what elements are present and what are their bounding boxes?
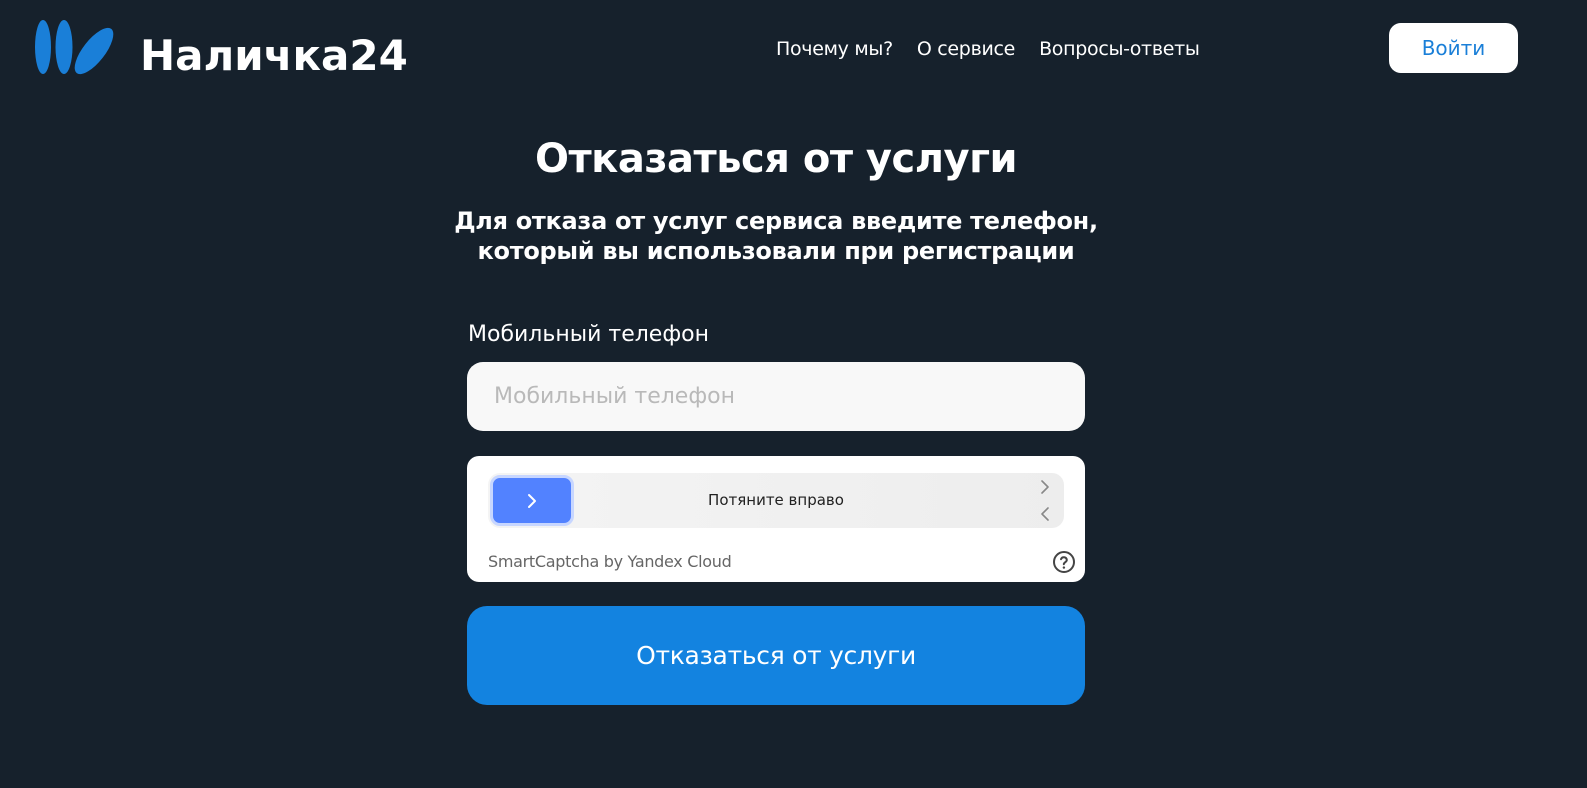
chevron-left-icon [1041, 507, 1049, 521]
nav-faq[interactable]: Вопросы-ответы [1039, 34, 1200, 64]
phone-label: Мобильный телефон [468, 322, 709, 347]
chevron-right-icon [1041, 480, 1049, 494]
page-subtitle: Для отказа от услуг сервиса введите теле… [454, 207, 1098, 265]
site-header: Наличка24 Почему мы? О сервисе Вопросы-о… [0, 0, 1587, 100]
nav-about-service[interactable]: О сервисе [917, 34, 1015, 64]
chevron-right-icon [528, 493, 536, 508]
question-circle-icon[interactable] [1052, 550, 1076, 574]
brand-name[interactable]: Наличка24 [140, 30, 408, 82]
nav-why-us[interactable]: Почему мы? [776, 34, 893, 64]
captcha-brand[interactable]: SmartCaptcha by Yandex Cloud [488, 552, 732, 572]
unsubscribe-button[interactable]: Отказаться от услуги [467, 606, 1085, 705]
captcha-slider-text: Потяните вправо [708, 491, 844, 509]
smart-captcha: Потяните вправо SmartCaptcha by Yandex C… [467, 456, 1085, 582]
login-button[interactable]: Войти [1389, 23, 1518, 73]
captcha-slider-track[interactable]: Потяните вправо [488, 473, 1064, 528]
phone-input[interactable] [467, 362, 1085, 431]
brand-logo-icon[interactable] [34, 16, 118, 78]
captcha-slider-handle[interactable] [490, 475, 574, 526]
page-title: Отказаться от услуги [534, 136, 1018, 182]
main-nav: Почему мы? О сервисе Вопросы-ответы [776, 34, 1200, 64]
